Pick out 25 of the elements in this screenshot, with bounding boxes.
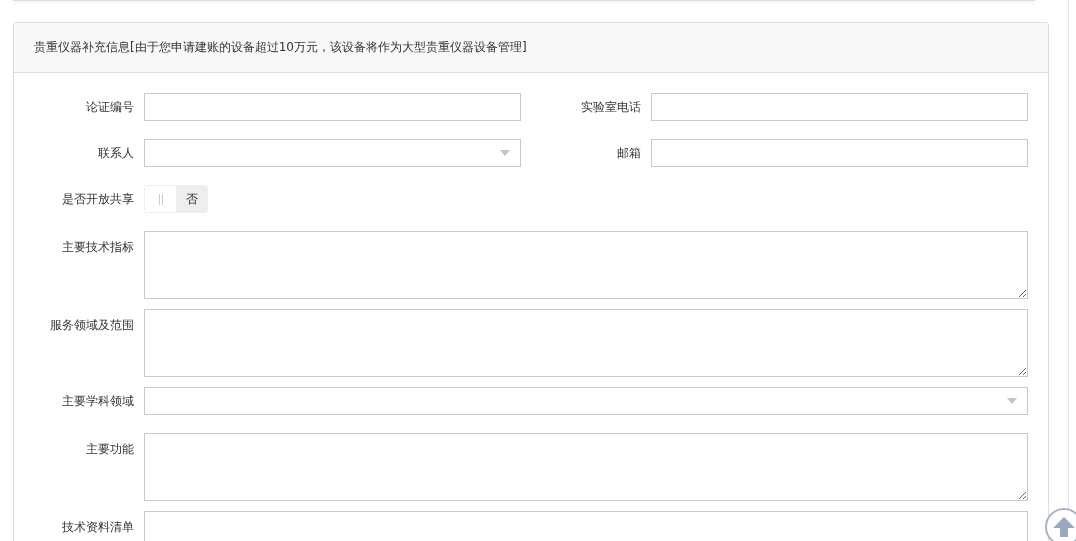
text-field[interactable] (651, 93, 1028, 121)
field-label: 实验室电话 (580, 98, 642, 116)
caret-icon (1007, 398, 1017, 404)
field-label: 论证编号 (85, 98, 135, 116)
panel-title: 贵重仪器补充信息[由于您申请建账的设备超过10万元，该设备将作为大型贵重仪器设备管理] (34, 39, 527, 56)
arrow-up-icon (1053, 517, 1075, 537)
select-field[interactable] (144, 387, 1028, 415)
text-area[interactable] (144, 231, 1028, 299)
field-label: 服务领域及范围 (49, 317, 135, 334)
handle-grip-icon (158, 193, 163, 205)
field-label: 联系人 (97, 144, 135, 162)
toggle-switch[interactable]: 否 (144, 185, 208, 213)
field-label: 是否开放共享 (61, 190, 135, 208)
field-label: 邮箱 (616, 144, 642, 162)
text-area[interactable] (144, 309, 1028, 377)
field-label: 主要功能 (85, 441, 135, 458)
text-field[interactable] (651, 139, 1028, 167)
scroll-to-top-button[interactable] (1045, 508, 1076, 541)
field-label: 技术资料清单 (61, 519, 135, 536)
text-field[interactable] (144, 93, 521, 121)
text-area[interactable] (144, 433, 1028, 501)
field-label: 主要技术指标 (61, 239, 135, 256)
select-field[interactable] (144, 139, 521, 167)
caret-icon (500, 150, 510, 156)
field-label: 主要学科领域 (61, 392, 135, 410)
